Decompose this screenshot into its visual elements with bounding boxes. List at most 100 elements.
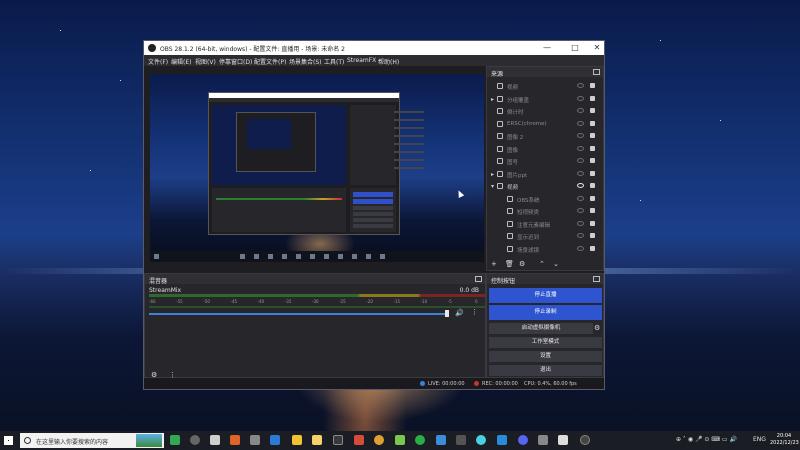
add-source-button[interactable]: + [491,260,497,268]
virtual-camera-settings-icon[interactable]: ⚙ [594,324,600,332]
app-icon[interactable] [395,435,405,445]
source-item[interactable]: OBS系统 [489,193,601,205]
remove-source-button[interactable]: 🗑 [505,260,514,268]
lock-icon[interactable] [590,208,595,213]
menu-file[interactable]: 文件(F) [148,57,168,66]
visibility-eye-icon[interactable] [577,158,584,163]
source-item[interactable]: 视频 [489,80,601,92]
app-icon[interactable] [354,435,364,445]
visibility-eye-icon[interactable] [577,183,584,188]
lock-icon[interactable] [590,120,595,126]
move-source-up-button[interactable]: ⌃ [539,260,545,268]
expand-group-icon[interactable]: ▾ [491,183,494,190]
app-icon[interactable] [436,435,446,445]
app-icon[interactable] [558,435,568,445]
obs-taskbar-icon[interactable] [333,435,343,445]
menu-tools[interactable]: 工具(T) [324,57,344,66]
xbox-icon[interactable] [170,435,180,445]
expand-group-icon[interactable]: ▸ [491,171,494,178]
task-view-icon[interactable] [190,435,200,445]
source-item[interactable]: 场景滤镜 [489,243,601,255]
visibility-eye-icon[interactable] [577,95,584,101]
exit-button[interactable]: 退出 [489,365,602,376]
discord-icon[interactable] [518,435,528,445]
volume-slider[interactable] [149,313,449,315]
visibility-eye-icon[interactable] [577,208,584,213]
visibility-eye-icon[interactable] [577,120,584,126]
source-item[interactable]: 显示迟到 [489,230,601,242]
expand-group-icon[interactable]: ▸ [491,96,494,103]
program-preview[interactable] [150,74,484,262]
undock-icon[interactable] [593,69,600,75]
lock-icon[interactable] [590,220,595,226]
app-icon[interactable] [580,435,590,445]
start-virtual-camera-button[interactable]: 启动虚拟摄像机 [489,323,593,334]
lock-icon[interactable] [590,108,595,113]
chrome-icon[interactable] [374,435,384,445]
source-item[interactable]: ▾ 视频 [489,180,601,192]
visibility-eye-icon[interactable] [577,145,584,151]
taskbar-clock[interactable]: 20:04 2022/12/23 [770,433,799,447]
close-button[interactable]: ✕ [586,42,608,54]
sticky-notes-icon[interactable] [312,435,322,445]
source-item[interactable]: 图像 2 [489,130,601,142]
source-item[interactable]: 图号 [489,155,601,167]
app-icon[interactable] [497,435,507,445]
app-icon[interactable] [538,435,548,445]
menu-profile[interactable]: 配置文件(P) [254,57,286,66]
stop-recording-button[interactable]: 停止录制 [489,305,602,320]
file-explorer-icon[interactable] [292,435,302,445]
app-icon[interactable] [250,435,260,445]
title-bar[interactable]: OBS 28.1.2 (64-bit, windows) - 配置文件: 直播用… [144,41,604,55]
volume-slider-knob[interactable] [445,310,449,317]
visibility-eye-icon[interactable] [577,170,584,176]
move-source-down-button[interactable]: ⌄ [553,260,559,268]
lock-icon[interactable] [590,133,595,138]
lock-icon[interactable] [590,233,595,238]
visibility-eye-icon[interactable] [577,108,584,113]
app-icon[interactable] [230,435,240,445]
settings-button[interactable]: 设置 [489,351,602,362]
channel-menu-icon[interactable]: ⋮ [471,308,478,316]
wechat-icon[interactable] [415,435,425,445]
lock-icon[interactable] [590,170,595,176]
source-item[interactable]: 倒计时 [489,105,601,117]
menu-streamfx[interactable]: StreamFX [347,57,376,64]
menu-edit[interactable]: 编辑(E) [171,57,191,66]
source-item[interactable]: ERSC(chrome) [489,118,601,130]
lock-icon[interactable] [590,245,595,251]
lock-icon[interactable] [590,95,595,101]
app-icon[interactable] [456,435,466,445]
source-item[interactable]: 注意元素编辑 [489,218,601,230]
visibility-eye-icon[interactable] [577,233,584,238]
visibility-eye-icon[interactable] [577,220,584,226]
tray-icons[interactable]: ⊕ ˄ ◉ 🎤 ⊙ ⌨ ▭ 🔊 [676,436,737,443]
windows-start-icon[interactable] [4,436,13,445]
lock-icon[interactable] [590,183,595,188]
capcut-icon[interactable] [210,435,220,445]
visibility-eye-icon[interactable] [577,245,584,251]
visibility-eye-icon[interactable] [577,83,584,88]
visibility-eye-icon[interactable] [577,195,584,201]
speaker-icon[interactable]: 🔊 [455,309,464,317]
app-icon[interactable] [476,435,486,445]
undock-icon[interactable] [593,276,600,282]
menu-help[interactable]: 帮助(H) [378,57,399,66]
maximize-button[interactable]: □ [564,42,586,54]
studio-mode-button[interactable]: 工作室模式 [489,337,602,348]
source-item[interactable]: ▸ 分组覆盖 [489,93,601,105]
undock-icon[interactable] [475,276,482,282]
source-item[interactable]: 短视频类 [489,205,601,217]
lock-icon[interactable] [590,145,595,151]
taskbar-search-box[interactable]: 在这里输入你要搜索的内容 [20,433,164,448]
source-item[interactable]: 图像 [489,143,601,155]
input-language[interactable]: ENG [753,436,766,443]
source-properties-button[interactable]: ⚙ [519,260,525,268]
stop-streaming-button[interactable]: 停止直播 [489,288,602,303]
menu-scene-collection[interactable]: 场景集合(S) [289,57,322,66]
menu-docks[interactable]: 停靠窗口(D) [219,57,252,66]
minimize-button[interactable]: — [536,42,558,54]
menu-view[interactable]: 视图(V) [195,57,216,66]
lock-icon[interactable] [590,195,595,201]
lock-icon[interactable] [590,158,595,163]
